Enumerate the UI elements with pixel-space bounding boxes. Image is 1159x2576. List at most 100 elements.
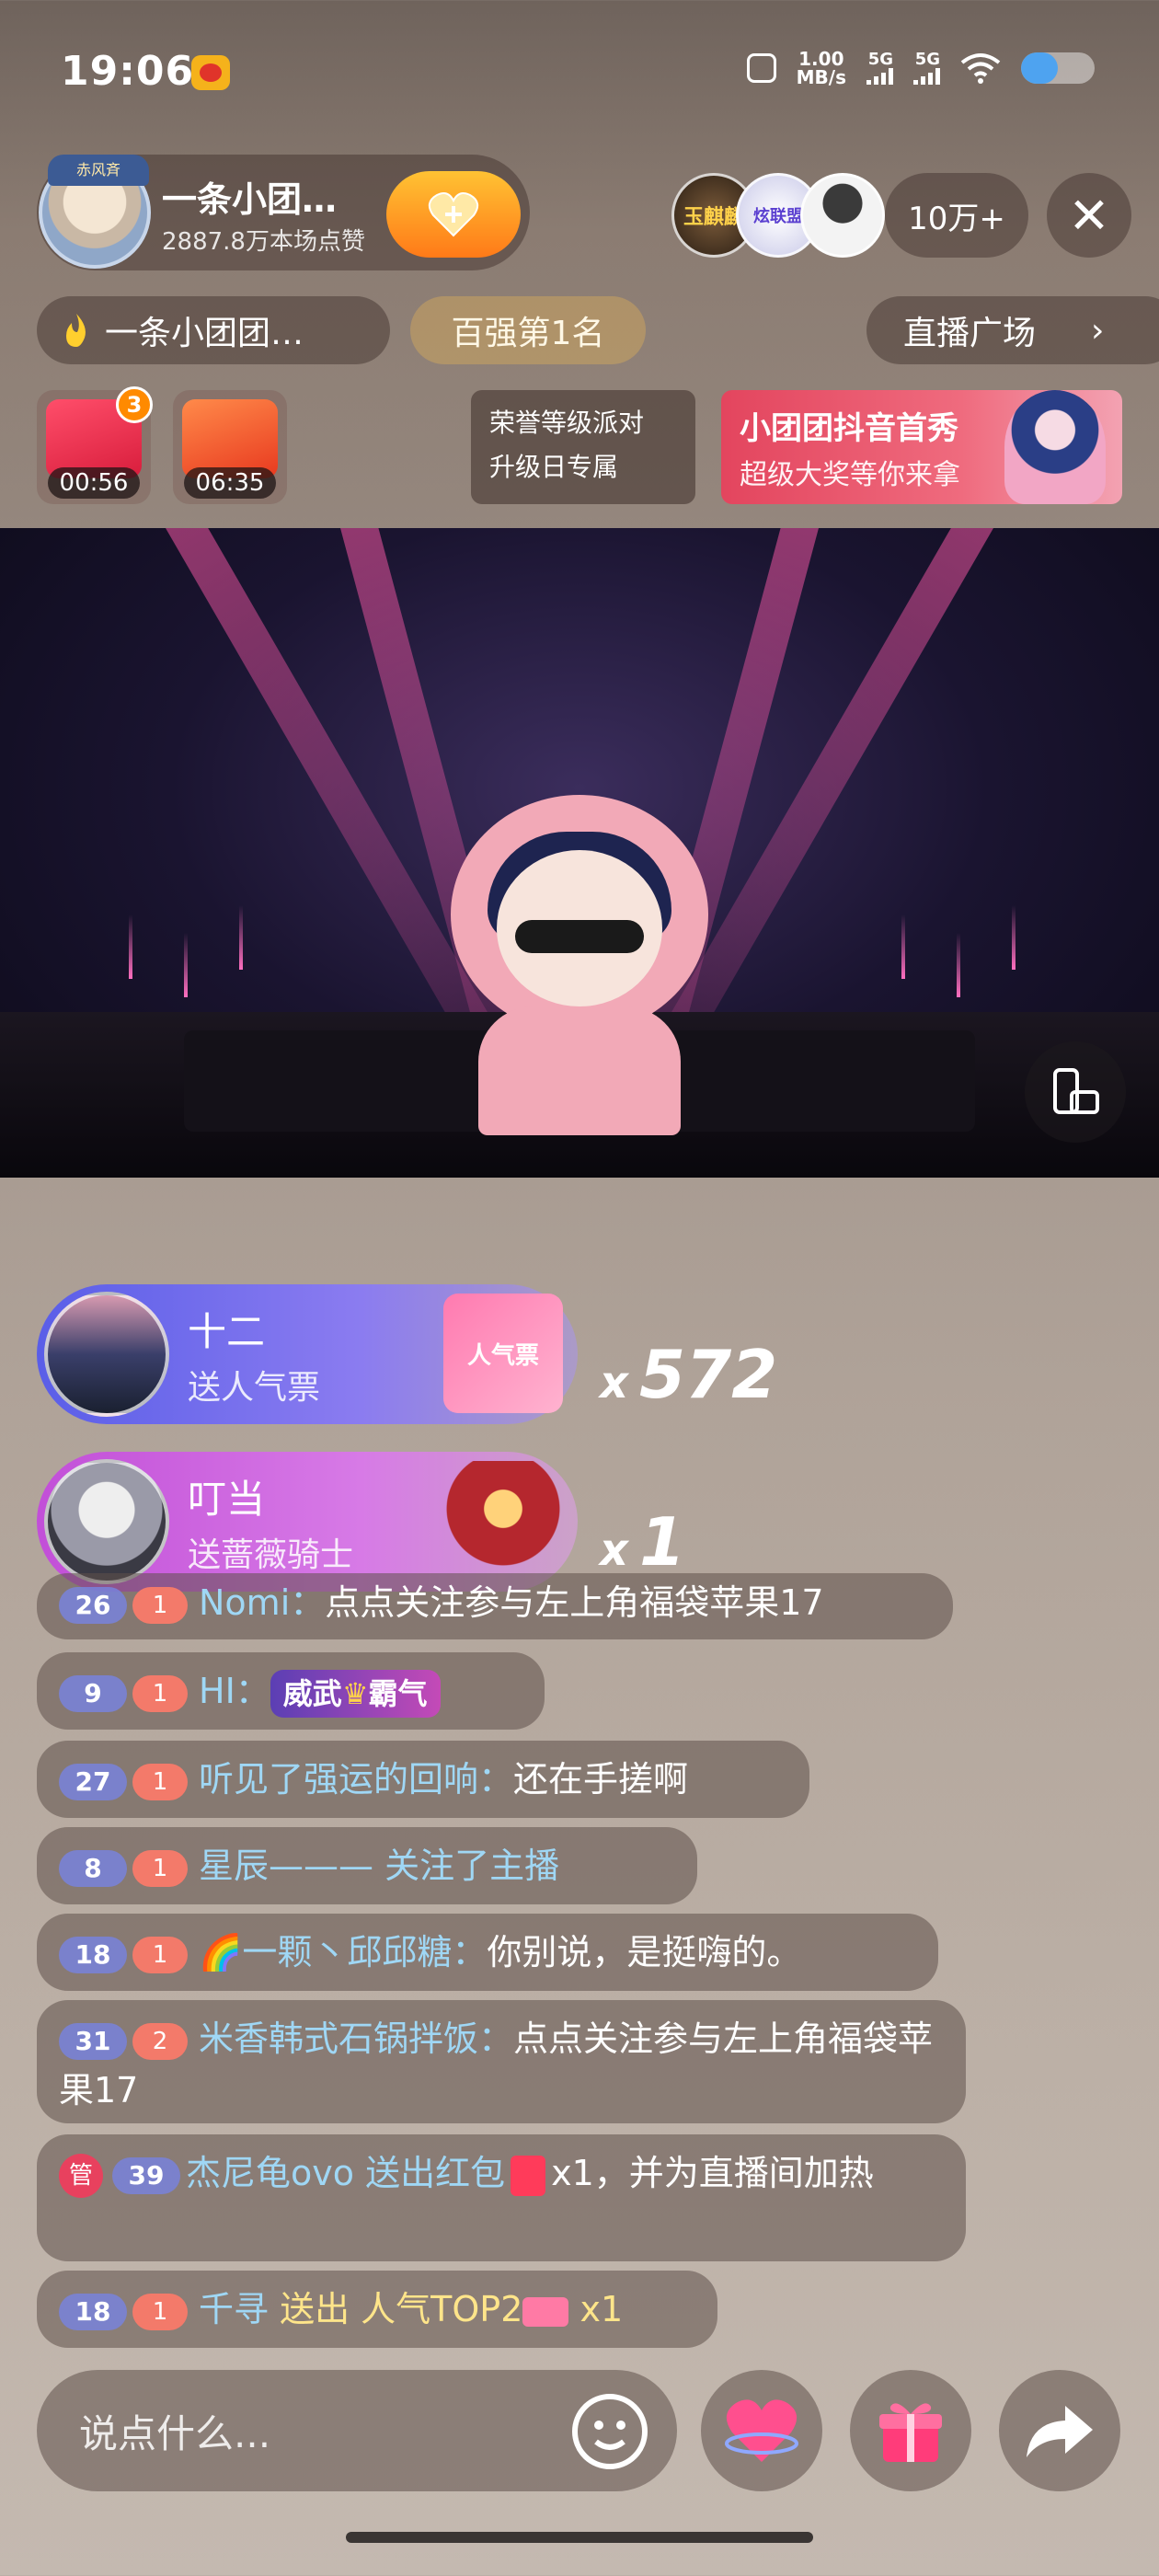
fan-badge: 1 — [132, 1586, 188, 1624]
fan-club-name: 一条小团团… — [105, 315, 304, 352]
chat-text: x1，并为直播间加热 — [551, 2153, 874, 2193]
honor-line1: 荣誉等级派对 — [489, 408, 645, 438]
anchor-likes: 2887.8万本场点赞 — [162, 228, 365, 256]
close-icon: ✕ — [1068, 186, 1110, 245]
lucky-bag[interactable]: 06:35 — [173, 390, 287, 504]
fan-badge: 1 — [132, 1936, 188, 1973]
chat-username: 米香韩式石锅拌饭： — [199, 2018, 514, 2059]
heart-icon — [725, 2399, 798, 2462]
rotate-screen-button[interactable] — [1025, 1041, 1126, 1143]
live-plaza-label: 直播广场 — [903, 315, 1037, 352]
user-level-badge: 18 — [59, 1936, 127, 1973]
streamer-avatar — [432, 795, 727, 1135]
admin-badge: 管 — [59, 2153, 103, 2198]
signal-sim2-icon: 5G — [913, 52, 940, 85]
sticker-text-a: 威武 — [282, 1675, 342, 1711]
sim1-label: 5G — [867, 50, 893, 69]
gift-button[interactable] — [850, 2370, 971, 2491]
red-packet-timer: 00:56 — [48, 467, 140, 499]
gift-count: x 572 — [600, 1336, 777, 1413]
screen-record-icon — [746, 53, 776, 83]
chat-text: 你别说，是挺嗨的。 — [487, 1932, 802, 1972]
fan-badge: 1 — [132, 2293, 188, 2330]
gift-sender-name: 叮当 — [188, 1476, 266, 1522]
anchor-avatar[interactable]: 赤风斉 — [39, 155, 151, 269]
rotate-screen-icon — [1053, 1068, 1099, 1114]
honor-line2: 升级日专属 — [489, 452, 619, 482]
gift-multiplier: x — [600, 1357, 628, 1409]
status-time: 19:06 — [61, 48, 195, 95]
weibo-notification-icon — [191, 55, 230, 90]
live-plaza-button[interactable]: 直播广场 › — [866, 296, 1159, 364]
user-level-badge: 9 — [59, 1674, 127, 1712]
live-video[interactable] — [0, 528, 1159, 1178]
user-level-badge: 39 — [112, 2156, 180, 2194]
chevron-right-icon: › — [1091, 311, 1105, 350]
chat-message[interactable]: 管 39 杰尼龟ovo 送出红包 x1，并为直播间加热 — [37, 2134, 966, 2261]
chat-text: x1 — [568, 2289, 624, 2329]
user-level-badge: 18 — [59, 2293, 127, 2330]
sticker-text-b: 霸气 — [368, 1675, 428, 1711]
gift-sender-avatar — [44, 1459, 169, 1584]
net-speed-unit: MB/s — [796, 66, 846, 88]
chat-message[interactable]: 26 1 Nomi：点点关注参与左上角福袋苹果17 — [37, 1573, 953, 1639]
chat-message[interactable]: 18 1 🌈一颗丶邱邱糖：你别说，是挺嗨的。 — [37, 1914, 938, 1991]
close-button[interactable]: ✕ — [1047, 173, 1131, 258]
gift-count: x1 — [600, 1503, 685, 1581]
follow-button[interactable] — [386, 171, 521, 258]
chat-username: 杰尼龟ovo 送出红包 — [186, 2153, 506, 2193]
chat-username: HI： — [199, 1671, 270, 1711]
viewer-avatar[interactable] — [800, 173, 885, 258]
red-packet-count-badge: 3 — [116, 386, 153, 423]
emoji-icon[interactable] — [570, 2392, 649, 2471]
like-button[interactable] — [701, 2370, 822, 2491]
popularity-ticket-gift-icon: 人气票 — [443, 1294, 563, 1413]
top-viewers[interactable]: 玉麒麟 炫联盟 — [671, 173, 885, 258]
ticket-icon — [522, 2296, 569, 2327]
gift-box-icon — [879, 2403, 942, 2462]
flame-icon — [66, 314, 86, 347]
chat-message[interactable]: 9 1 HI： 威武♛霸气 — [37, 1652, 545, 1730]
gift-multiplier: x — [600, 1524, 628, 1576]
debut-banner[interactable]: 小团团抖音首秀 超级大奖等你来拿 — [721, 390, 1122, 504]
chat-username: 🌈一颗丶邱邱糖： — [199, 1932, 488, 1972]
status-icons: 1.00 MB/s 5G 5G — [746, 48, 1095, 88]
fan-badge: 1 — [132, 1674, 188, 1712]
user-level-badge: 8 — [59, 1849, 127, 1887]
red-packet-1[interactable]: 3 00:56 — [37, 386, 153, 504]
viewer-count[interactable]: 10万+ — [885, 173, 1028, 258]
share-arrow-icon — [1027, 2406, 1093, 2457]
chat-text: 送出 人气TOP2 — [269, 2289, 523, 2329]
chat-message[interactable]: 18 1 千寻 送出 人气TOP2 x1 — [37, 2271, 717, 2348]
honor-party-card[interactable]: 荣誉等级派对 升级日专属 — [471, 390, 695, 504]
rank-badge[interactable]: 百强第1名 — [410, 296, 646, 364]
chat-text: 还在手搓啊 — [513, 1759, 689, 1800]
share-button[interactable] — [999, 2370, 1120, 2491]
chat-message[interactable]: 27 1 听见了强运的回响：还在手搓啊 — [37, 1741, 809, 1818]
chat-text: 点点关注参与左上角福袋苹果17 — [325, 1582, 824, 1623]
home-indicator[interactable] — [346, 2532, 813, 2543]
red-packet-icon — [511, 2155, 546, 2196]
gift-description: 送人气票 — [188, 1368, 321, 1407]
battery-fill — [1021, 52, 1058, 84]
chat-input-placeholder: 说点什么... — [79, 2410, 271, 2456]
gift-sender-name: 十二 — [188, 1308, 266, 1354]
chat-username: 星辰——— 关注了主播 — [199, 1846, 560, 1886]
chat-username: 千寻 — [199, 2289, 270, 2329]
rose-knight-gift-icon — [443, 1461, 563, 1581]
lucky-bag-timer: 06:35 — [184, 467, 276, 499]
avatar-frame-label: 赤风斉 — [48, 155, 149, 186]
gift-count-value: 572 — [638, 1336, 778, 1413]
net-speed-value: 1.00 — [798, 48, 844, 70]
chat-username: 听见了强运的回响： — [199, 1759, 514, 1800]
user-level-badge: 27 — [59, 1763, 127, 1800]
gift-count-value: 1 — [638, 1503, 686, 1581]
crown-icon: ♛ — [341, 1675, 369, 1711]
chat-message[interactable]: 8 1 星辰——— 关注了主播 — [37, 1827, 697, 1904]
fan-club-pill[interactable]: 一条小团团… — [37, 296, 390, 364]
user-level-badge: 31 — [59, 2022, 127, 2060]
fan-badge: 2 — [132, 2022, 188, 2060]
anchor-name: 一条小团… — [162, 179, 338, 220]
chat-message[interactable]: 31 2 米香韩式石锅拌饭：点点关注参与左上角福袋苹果17 — [37, 2000, 966, 2123]
follow-heart-icon — [428, 191, 479, 237]
